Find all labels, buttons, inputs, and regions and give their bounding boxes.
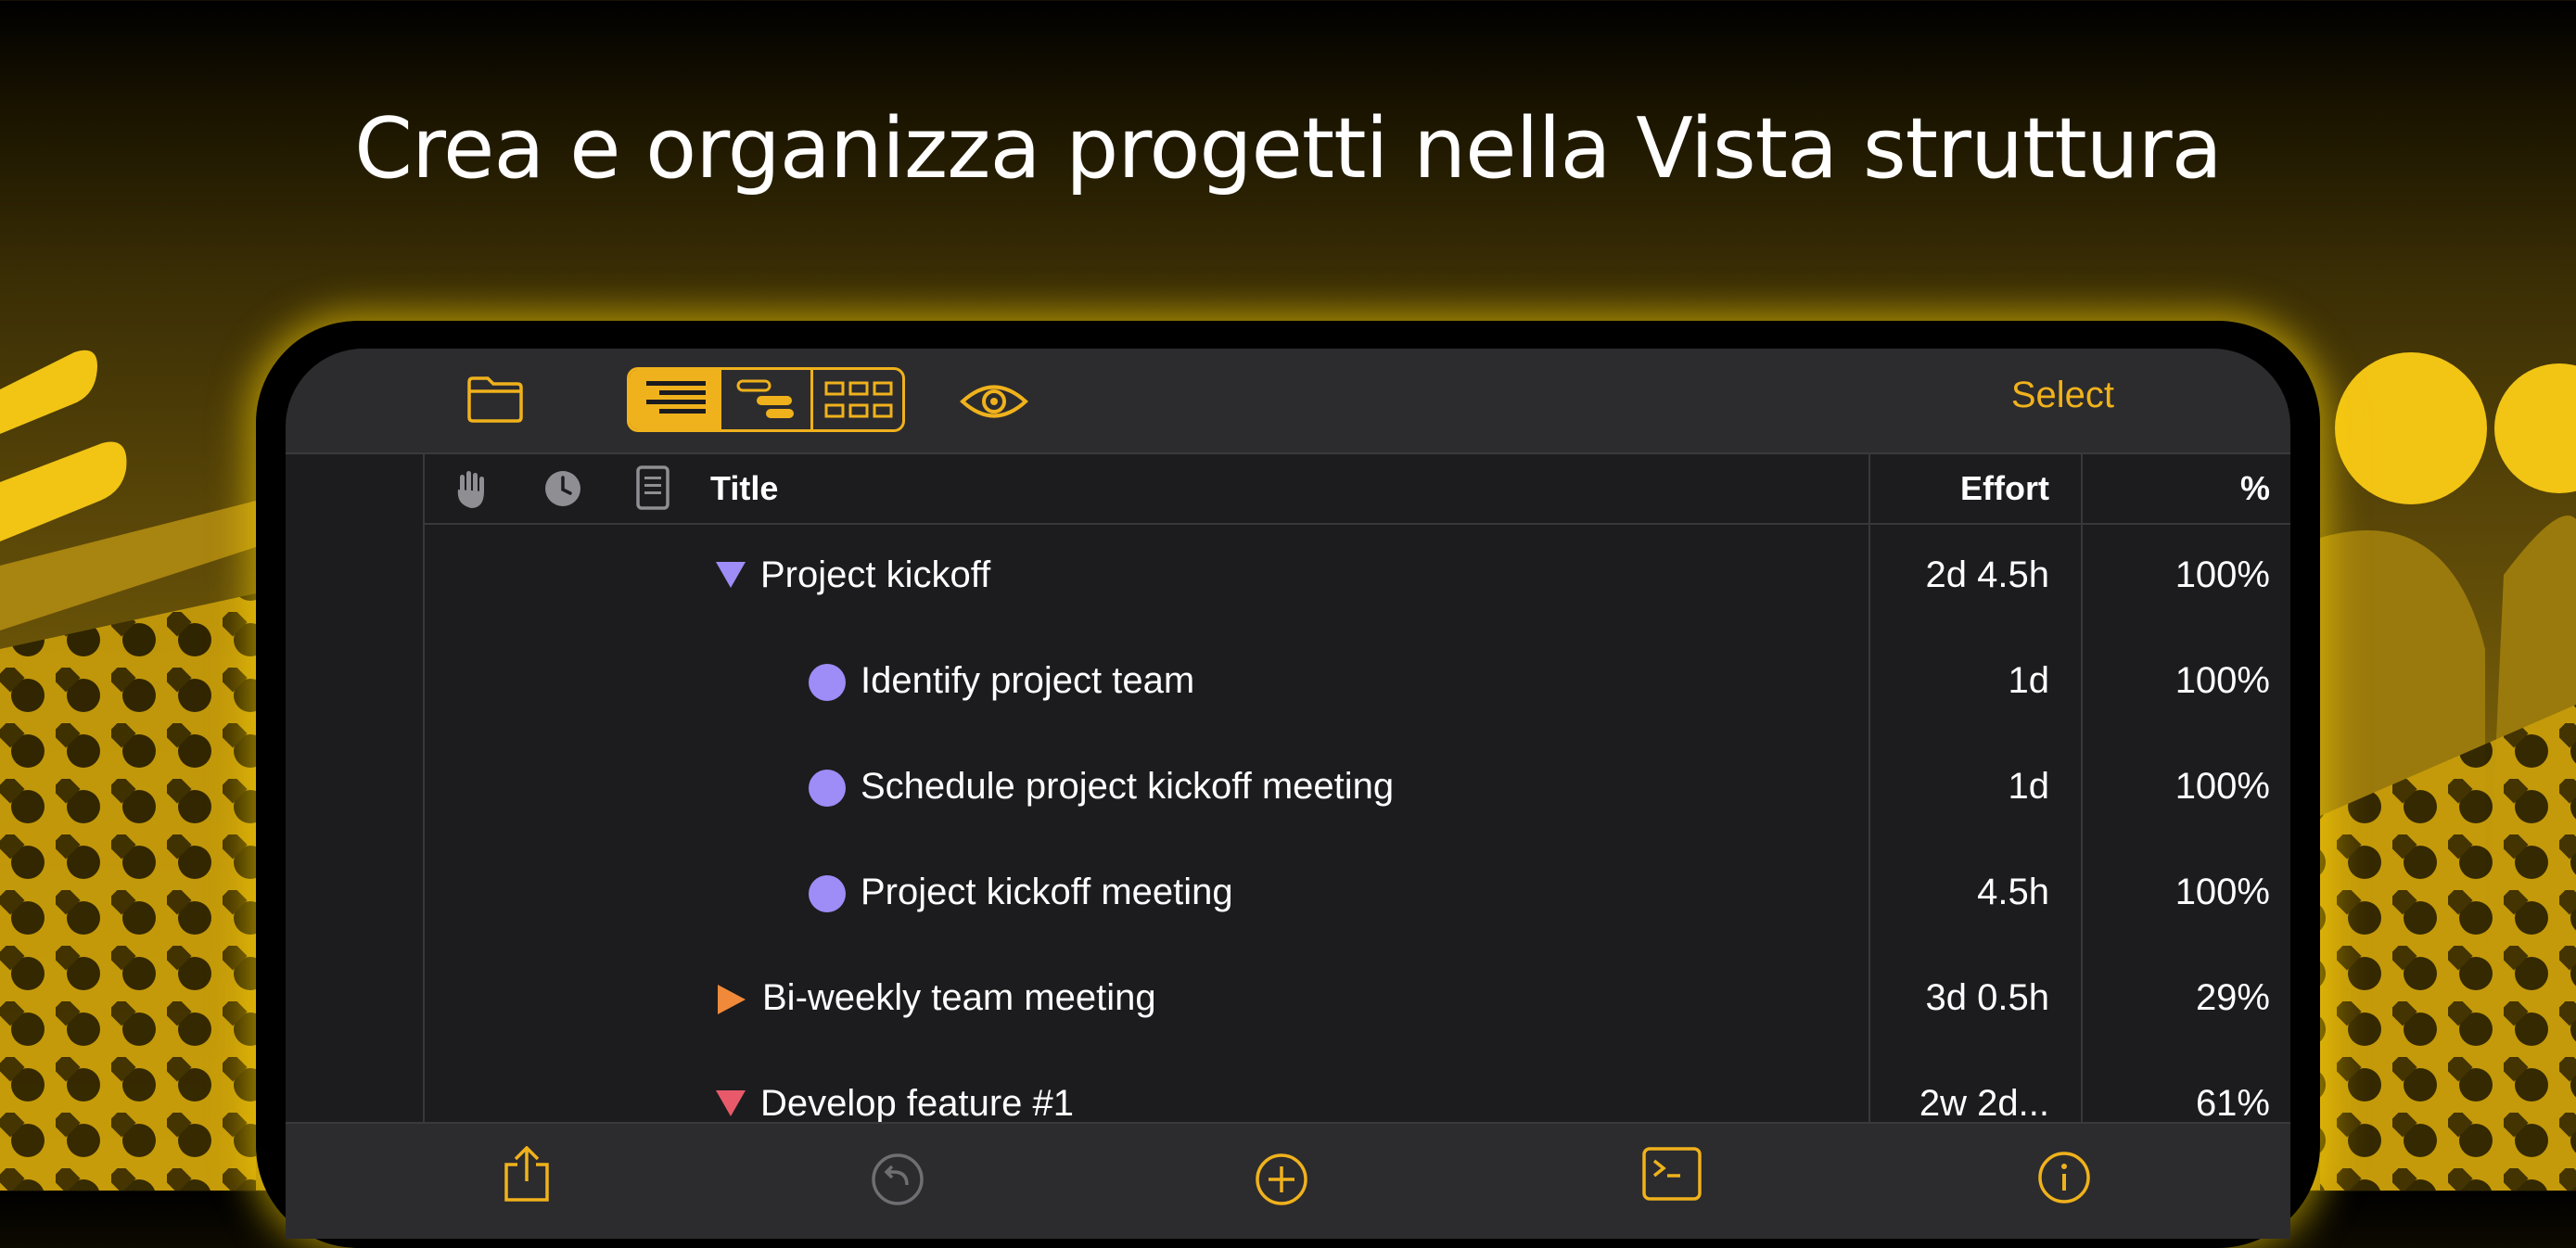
table-header: Title Effort % (425, 452, 2290, 525)
percent-column-header[interactable]: % (2240, 469, 2270, 508)
row-effort: 4.5h (1977, 872, 2049, 912)
gantt-view-button[interactable] (721, 370, 813, 429)
table-row[interactable]: Project kickoff 2d 4.5h 100% (425, 525, 2290, 630)
task-dot-icon (809, 664, 846, 701)
outline-view-button[interactable] (630, 370, 721, 429)
row-effort: 1d (2008, 660, 2050, 701)
hand-icon[interactable] (453, 467, 490, 510)
folder-icon[interactable] (465, 375, 525, 425)
headline: Crea e organizza progetti nella Vista st… (354, 100, 2223, 197)
disclosure-expanded-icon[interactable] (714, 560, 747, 590)
disclosure-collapsed-icon[interactable] (716, 983, 747, 1016)
row-percent: 61% (2195, 1083, 2270, 1124)
row-percent: 100% (2174, 554, 2270, 595)
task-dot-icon (809, 875, 846, 912)
row-title: Develop feature #1 (760, 1083, 1075, 1124)
row-percent: 29% (2195, 977, 2270, 1018)
task-dot-icon (809, 770, 846, 807)
row-percent: 100% (2174, 660, 2270, 701)
row-title: Project kickoff (760, 554, 991, 595)
title-column-header[interactable]: Title (710, 469, 778, 508)
row-title: Schedule project kickoff meeting (861, 766, 1395, 807)
row-effort: 2d 4.5h (1925, 554, 2049, 595)
table-row[interactable]: Schedule project kickoff meeting 1d 100% (425, 736, 2290, 842)
row-title: Identify project team (861, 660, 1195, 701)
table-row[interactable]: Project kickoff meeting 4.5h 100% (425, 842, 2290, 948)
view-mode-selector (627, 367, 905, 432)
toolbar: Select (286, 349, 2290, 454)
row-percent: 100% (2174, 872, 2270, 912)
outline-view-icon (646, 381, 706, 414)
undo-icon[interactable] (870, 1152, 925, 1207)
network-view-button[interactable] (813, 370, 902, 429)
effort-column-header[interactable]: Effort (1960, 469, 2049, 508)
gantt-view-icon (736, 379, 794, 418)
row-title: Bi-weekly team meeting (762, 977, 1156, 1018)
app-screen: Select Title Effort % Project kickoff 2d… (286, 349, 2290, 1239)
select-button[interactable]: Select (2011, 375, 2114, 416)
table-row[interactable]: Bi-weekly team meeting 3d 0.5h 29% (425, 948, 2290, 1053)
bottom-toolbar (286, 1122, 2290, 1239)
eye-icon[interactable] (959, 380, 1029, 423)
row-percent: 100% (2174, 766, 2270, 807)
row-effort: 2w 2d... (1919, 1083, 2049, 1124)
clock-icon[interactable] (543, 469, 582, 508)
share-icon[interactable] (501, 1146, 553, 1202)
add-icon[interactable] (1254, 1152, 1309, 1207)
table-row[interactable]: Identify project team 1d 100% (425, 630, 2290, 736)
row-effort: 1d (2008, 766, 2050, 807)
disclosure-expanded-icon[interactable] (714, 1089, 747, 1118)
terminal-icon[interactable] (1641, 1146, 1702, 1202)
network-view-icon (824, 381, 893, 418)
info-icon[interactable] (2036, 1150, 2092, 1205)
note-icon[interactable] (636, 465, 670, 510)
row-title: Project kickoff meeting (861, 872, 1233, 912)
row-effort: 3d 0.5h (1925, 977, 2049, 1018)
